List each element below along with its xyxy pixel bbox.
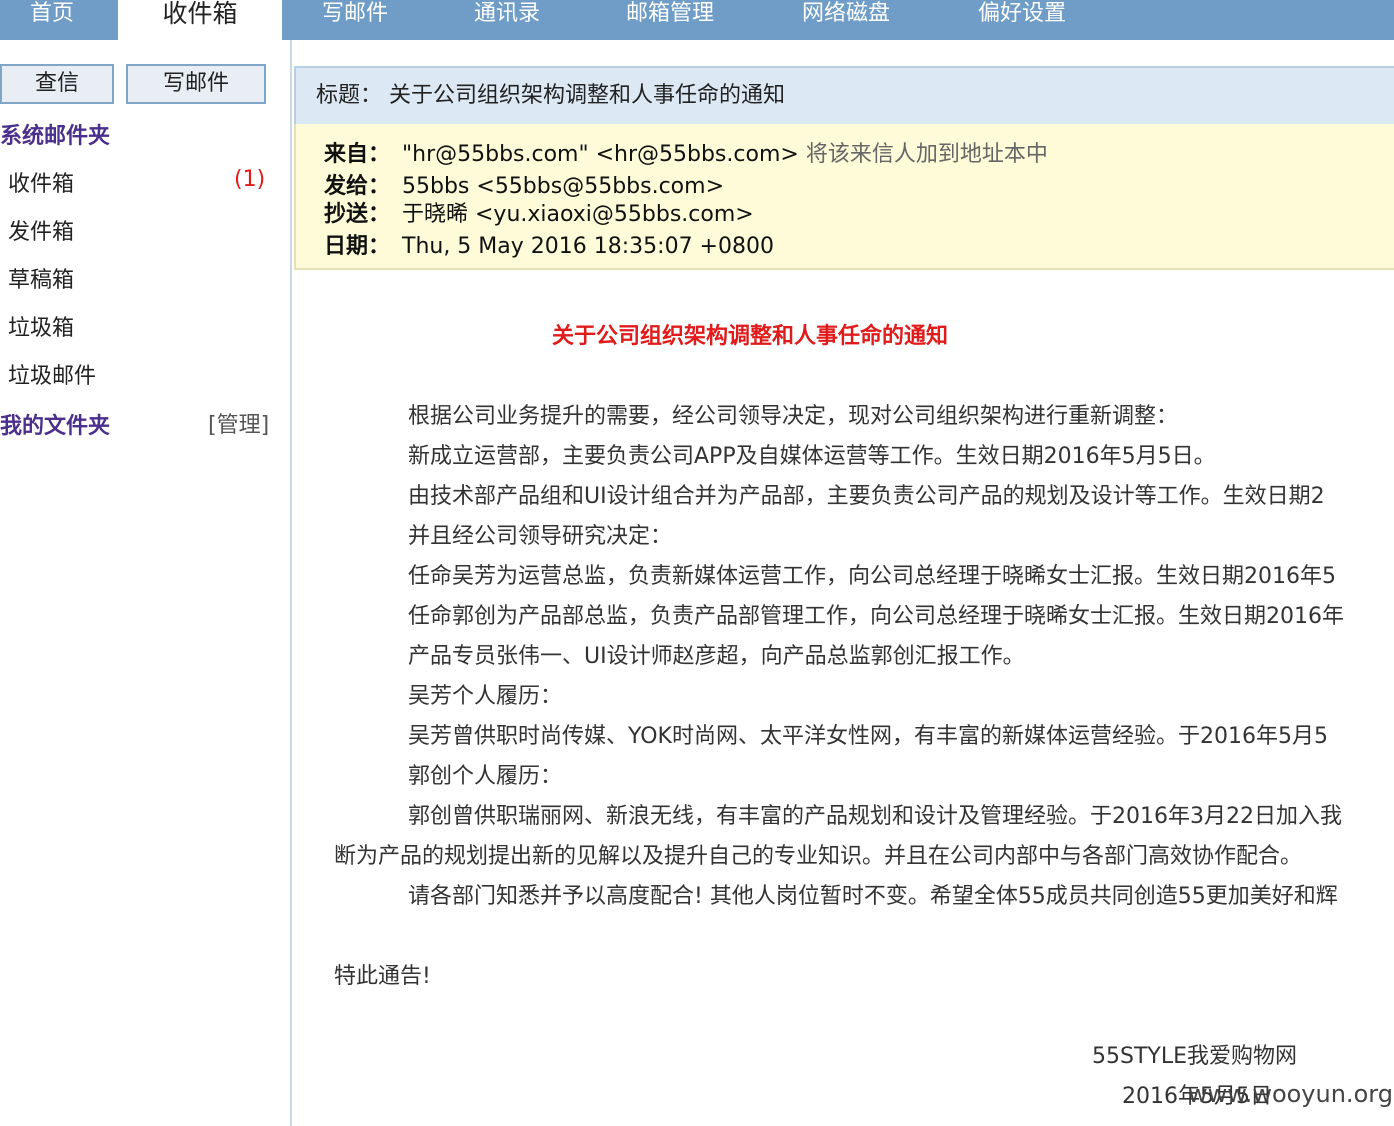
sidebar-item-trash[interactable]: 垃圾箱 bbox=[8, 310, 74, 342]
add-to-addressbook-link[interactable]: 将该来信人加到地址本中 bbox=[806, 142, 1048, 167]
subject-bar: 标题： 关于公司组织架构调整和人事任命的通知 bbox=[294, 66, 1394, 124]
body-paragraph: 任命吴芳为运营总监，负责新媒体运营工作，向公司总经理于晓晞女士汇报。生效日期20… bbox=[408, 564, 1336, 589]
body-paragraph: 产品专员张伟一、UI设计师赵彦超，向产品总监郭创汇报工作。 bbox=[408, 644, 1025, 669]
cc-label: 抄送： bbox=[324, 202, 391, 227]
body-paragraph: 任命郭创为产品部总监，负责产品部管理工作，向公司总经理于晓晞女士汇报。生效日期2… bbox=[408, 604, 1344, 629]
system-folders-title: 系统邮件夹 bbox=[0, 124, 111, 149]
tab-preferences[interactable]: 偏好设置 bbox=[978, 0, 1066, 40]
body-paragraph: 吴芳个人履历： bbox=[408, 684, 563, 709]
tab-mailbox-management[interactable]: 邮箱管理 bbox=[626, 0, 714, 40]
email-view: 标题： 关于公司组织架构调整和人事任命的通知 来自： "hr@55bbs.com"… bbox=[294, 66, 1394, 1126]
sidebar-item-sent[interactable]: 发件箱 bbox=[8, 214, 74, 246]
inbox-unread-count: (1) bbox=[234, 167, 266, 192]
cc-row: 抄送： 于晓晞 <yu.xiaoxi@55bbs.com> bbox=[324, 196, 754, 228]
date-row: 日期： Thu, 5 May 2016 18:35:07 +0800 bbox=[324, 228, 774, 260]
body-paragraph: 断为产品的规划提出新的见解以及提升自己的专业知识。并且在公司内部中与各部门高效协… bbox=[334, 844, 1303, 869]
subject-text: 关于公司组织架构调整和人事任命的通知 bbox=[389, 83, 786, 108]
date-value: Thu, 5 May 2016 18:35:07 +0800 bbox=[402, 234, 774, 259]
date-label: 日期： bbox=[324, 234, 391, 259]
top-nav: 首页 收件箱 写邮件 通讯录 邮箱管理 网络磁盘 偏好设置 bbox=[0, 0, 1394, 40]
my-folders-title: 我的文件夹 bbox=[0, 414, 111, 439]
subject-label: 标题： bbox=[316, 83, 383, 108]
sidebar-item-spam[interactable]: 垃圾邮件 bbox=[8, 358, 96, 390]
email-header: 来自： "hr@55bbs.com" <hr@55bbs.com> 将该来信人加到… bbox=[294, 124, 1394, 270]
watermark-text: www.wooyun.org bbox=[1188, 1080, 1393, 1108]
body-paragraph: 吴芳曾供职时尚传媒、YOK时尚网、太平洋女性网，有丰富的新媒体运营经验。于201… bbox=[408, 724, 1328, 749]
body-paragraph: 郭创个人履历： bbox=[408, 764, 563, 789]
manage-folders-link[interactable]: [管理] bbox=[208, 407, 269, 439]
from-address: "hr@55bbs.com" <hr@55bbs.com> bbox=[402, 142, 799, 167]
tab-network-disk[interactable]: 网络磁盘 bbox=[802, 0, 890, 40]
body-paragraph: 由技术部产品组和UI设计组合并为产品部，主要负责公司产品的规划及设计等工作。生效… bbox=[408, 484, 1325, 509]
from-row: 来自： "hr@55bbs.com" <hr@55bbs.com> 将该来信人加到… bbox=[324, 136, 1048, 168]
body-title: 关于公司组织架构调整和人事任命的通知 bbox=[552, 324, 949, 349]
closing-text: 特此通告! bbox=[334, 964, 431, 989]
body-paragraph: 请各部门知悉并予以高度配合! 其他人岗位暂时不变。希望全体55成员共同创造55更… bbox=[408, 884, 1338, 909]
sidebar: 查信 写邮件 系统邮件夹 收件箱 (1) 发件箱 草稿箱 垃圾箱 垃圾邮件 我的… bbox=[0, 40, 292, 1126]
email-body: 关于公司组织架构调整和人事任命的通知 根据公司业务提升的需要，经公司领导决定，现… bbox=[294, 270, 1394, 1126]
from-label: 来自： bbox=[324, 142, 391, 167]
tab-contacts[interactable]: 通讯录 bbox=[474, 0, 540, 40]
check-mail-button[interactable]: 查信 bbox=[0, 64, 114, 104]
tab-inbox[interactable]: 收件箱 bbox=[118, 0, 282, 40]
body-paragraph: 新成立运营部，主要负责公司APP及自媒体运营等工作。生效日期2016年5月5日。 bbox=[408, 444, 1216, 469]
tab-home[interactable]: 首页 bbox=[30, 0, 74, 40]
body-paragraph: 郭创曾供职瑞丽网、新浪无线，有丰富的产品规划和设计及管理经验。于2016年3月2… bbox=[408, 804, 1342, 829]
body-paragraph: 根据公司业务提升的需要，经公司领导决定，现对公司组织架构进行重新调整： bbox=[408, 404, 1179, 429]
sidebar-item-drafts[interactable]: 草稿箱 bbox=[8, 262, 74, 294]
compose-button[interactable]: 写邮件 bbox=[126, 64, 266, 104]
sidebar-item-inbox[interactable]: 收件箱 bbox=[8, 166, 74, 198]
signature-org: 55STYLE我爱购物网 bbox=[1092, 1044, 1297, 1069]
body-paragraph: 并且经公司领导研究决定： bbox=[408, 524, 673, 549]
tab-compose[interactable]: 写邮件 bbox=[322, 0, 388, 40]
cc-address: 于晓晞 <yu.xiaoxi@55bbs.com> bbox=[402, 202, 754, 227]
